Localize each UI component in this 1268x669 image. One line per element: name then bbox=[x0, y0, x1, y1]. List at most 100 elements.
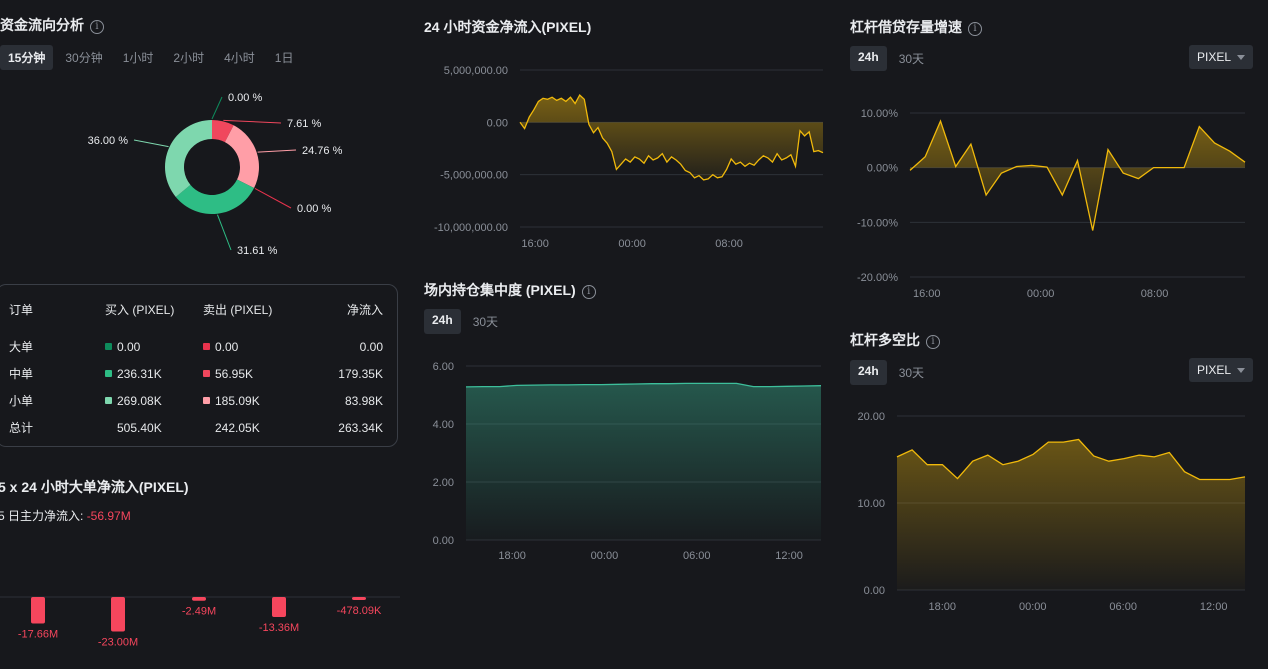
fiveday-bar[interactable] bbox=[111, 597, 125, 632]
order-buy-cell: 0.00 bbox=[105, 340, 203, 354]
order-sell-cell: 56.95K bbox=[203, 367, 301, 381]
fiveday-bar-label: -13.36M bbox=[259, 622, 299, 634]
legend-swatch bbox=[105, 343, 112, 350]
order-header-cell: 买入 (PIXEL) bbox=[105, 303, 175, 317]
x-tick-label: 00:00 bbox=[591, 550, 619, 562]
net24h-title: 24 小时资金净流入(PIXEL) bbox=[424, 19, 592, 35]
order-sell-value: 0.00 bbox=[215, 339, 239, 354]
order-header-cell: 卖出 (PIXEL) bbox=[203, 303, 273, 317]
x-tick-label: 08:00 bbox=[1141, 288, 1169, 300]
donut-slice-label: 24.76 % bbox=[302, 145, 343, 157]
series-line[interactable] bbox=[909, 119, 1246, 231]
order-summary-box: 订单 买入 (PIXEL) 卖出 (PIXEL) 净流入 大单 0.00 0.00 0.00 中… bbox=[0, 284, 398, 447]
x-tick-label: 06:00 bbox=[1109, 601, 1137, 613]
lev-tab-1[interactable]: 30天 bbox=[891, 46, 932, 71]
table-row: 中单 236.31K 56.95K 179.35K bbox=[9, 360, 383, 387]
flow-tab-0[interactable]: 15分钟 bbox=[0, 45, 54, 70]
flow-donut-chart: 0.00 % 7.61 % 24.76 % 0.00 % 31.61 % 36.00 % bbox=[88, 92, 343, 257]
donut-slice[interactable] bbox=[224, 125, 259, 189]
series-area bbox=[520, 95, 823, 180]
flow-tab-4[interactable]: 4小时 bbox=[216, 45, 263, 70]
fiveday-summary-value: -56.97M bbox=[86, 509, 131, 523]
order-net-value: 83.98K bbox=[344, 393, 383, 408]
y-tick-label: 2.00 bbox=[433, 477, 454, 489]
fiveday-bar[interactable] bbox=[192, 597, 206, 601]
y-tick-label: 0.00 bbox=[487, 117, 508, 129]
info-icon[interactable]: i bbox=[926, 335, 940, 349]
lev-range-tabs: 24h 30天 bbox=[850, 46, 932, 71]
legend-swatch bbox=[203, 370, 210, 377]
order-sell-value: 185.09K bbox=[215, 393, 260, 408]
flow-tab-2[interactable]: 1小时 bbox=[115, 45, 162, 70]
y-tick-label: 10.00% bbox=[861, 108, 899, 120]
y-tick-label: 20.00 bbox=[857, 411, 885, 423]
order-row-label: 中单 bbox=[9, 367, 34, 381]
x-tick-label: 00:00 bbox=[1019, 601, 1047, 613]
donut-slice[interactable] bbox=[164, 120, 212, 197]
fiveday-bar-label: -23.00M bbox=[98, 637, 138, 649]
y-tick-label: 6.00 bbox=[433, 361, 454, 373]
conc-tab-1[interactable]: 30天 bbox=[465, 309, 506, 334]
order-table-header: 订单 买入 (PIXEL) 卖出 (PIXEL) 净流入 bbox=[9, 299, 383, 333]
order-net-value: 263.34K bbox=[338, 420, 383, 435]
x-tick-label: 12:00 bbox=[775, 550, 803, 562]
donut-slice-label: 31.61 % bbox=[237, 245, 278, 257]
flow-tab-3[interactable]: 2小时 bbox=[165, 45, 212, 70]
flow-tab-1[interactable]: 30分钟 bbox=[57, 45, 110, 70]
fiveday-bar-label: -17.66M bbox=[18, 628, 58, 640]
order-net-value: 0.00 bbox=[359, 339, 383, 354]
lev-asset-select[interactable]: PIXEL bbox=[1189, 45, 1254, 69]
fiveday-summary: 5 日主力净流入: -56.97M bbox=[0, 509, 131, 523]
x-tick-label: 16:00 bbox=[521, 238, 549, 250]
ls-range-tabs: 24h 30天 bbox=[850, 360, 932, 385]
order-sell-cell: 242.05K bbox=[203, 421, 301, 435]
donut-leader-line bbox=[257, 149, 297, 153]
lev-tab-0[interactable]: 24h bbox=[850, 46, 887, 71]
order-buy-cell: 505.40K bbox=[105, 421, 203, 435]
ls-title: 杠杆多空比 i bbox=[850, 330, 940, 350]
y-tick-label: 0.00% bbox=[867, 163, 898, 175]
series-area bbox=[466, 383, 821, 540]
flow-interval-tabs: 15分钟 30分钟 1小时 2小时 4小时 1日 bbox=[0, 45, 301, 70]
fiveday-bar-label: -478.09K bbox=[337, 605, 382, 617]
order-sell-value: 56.95K bbox=[215, 366, 254, 381]
order-row-label: 小单 bbox=[9, 394, 34, 408]
conc-title: 场内持仓集中度 (PIXEL) i bbox=[424, 280, 596, 300]
info-icon[interactable]: i bbox=[90, 20, 104, 34]
fiveday-bar[interactable] bbox=[31, 597, 45, 624]
net24h-area-chart: 5,000,000.00 0.00 -5,000,000.00 -10,000,000… bbox=[434, 65, 824, 250]
y-tick-label: 10.00 bbox=[857, 498, 885, 510]
x-tick-label: 16:00 bbox=[913, 288, 941, 300]
ls-tab-0[interactable]: 24h bbox=[850, 360, 887, 385]
donut-leader-line bbox=[211, 96, 223, 120]
table-row: 总计 505.40K 242.05K 263.34K bbox=[9, 414, 383, 441]
conc-area-chart: 0.00 2.00 4.00 6.00 18:00 00:00 06:00 12:00 bbox=[433, 361, 822, 562]
table-row: 大单 0.00 0.00 0.00 bbox=[9, 333, 383, 360]
legend-swatch bbox=[105, 370, 112, 377]
flow-title: 资金流向分析 i bbox=[0, 15, 104, 35]
order-buy-value: 0.00 bbox=[117, 339, 141, 354]
flow-tab-5[interactable]: 1日 bbox=[267, 45, 302, 70]
order-header-cell: 订单 bbox=[9, 303, 34, 317]
lev-line-chart: 10.00% 0.00% -10.00% -20.00% 16:00 00:00 08:00 bbox=[857, 108, 1246, 300]
fiveday-bar[interactable] bbox=[272, 597, 286, 618]
ls-tab-1[interactable]: 30天 bbox=[891, 360, 932, 385]
order-row-label: 大单 bbox=[9, 340, 34, 354]
y-tick-label: -20.00% bbox=[857, 272, 898, 284]
x-tick-label: 00:00 bbox=[618, 238, 646, 250]
x-tick-label: 18:00 bbox=[498, 550, 526, 562]
y-tick-label: 5,000,000.00 bbox=[444, 65, 508, 77]
lev-title: 杠杆借贷存量增速 i bbox=[850, 17, 982, 37]
ls-asset-select[interactable]: PIXEL bbox=[1189, 358, 1254, 382]
info-icon[interactable]: i bbox=[581, 285, 596, 299]
donut-slice-label: 0.00 % bbox=[297, 203, 331, 215]
fiveday-bar[interactable] bbox=[352, 597, 366, 600]
order-net-value: 179.35K bbox=[338, 366, 383, 381]
order-buy-cell: 269.08K bbox=[105, 394, 203, 408]
conc-tab-0[interactable]: 24h bbox=[424, 309, 461, 334]
y-tick-label: -10,000,000.00 bbox=[434, 222, 508, 234]
info-icon[interactable]: i bbox=[968, 22, 982, 36]
x-tick-label: 08:00 bbox=[715, 238, 743, 250]
legend-swatch bbox=[203, 397, 210, 404]
fiveday-title: 5 x 24 小时大单净流入(PIXEL) bbox=[0, 479, 189, 495]
